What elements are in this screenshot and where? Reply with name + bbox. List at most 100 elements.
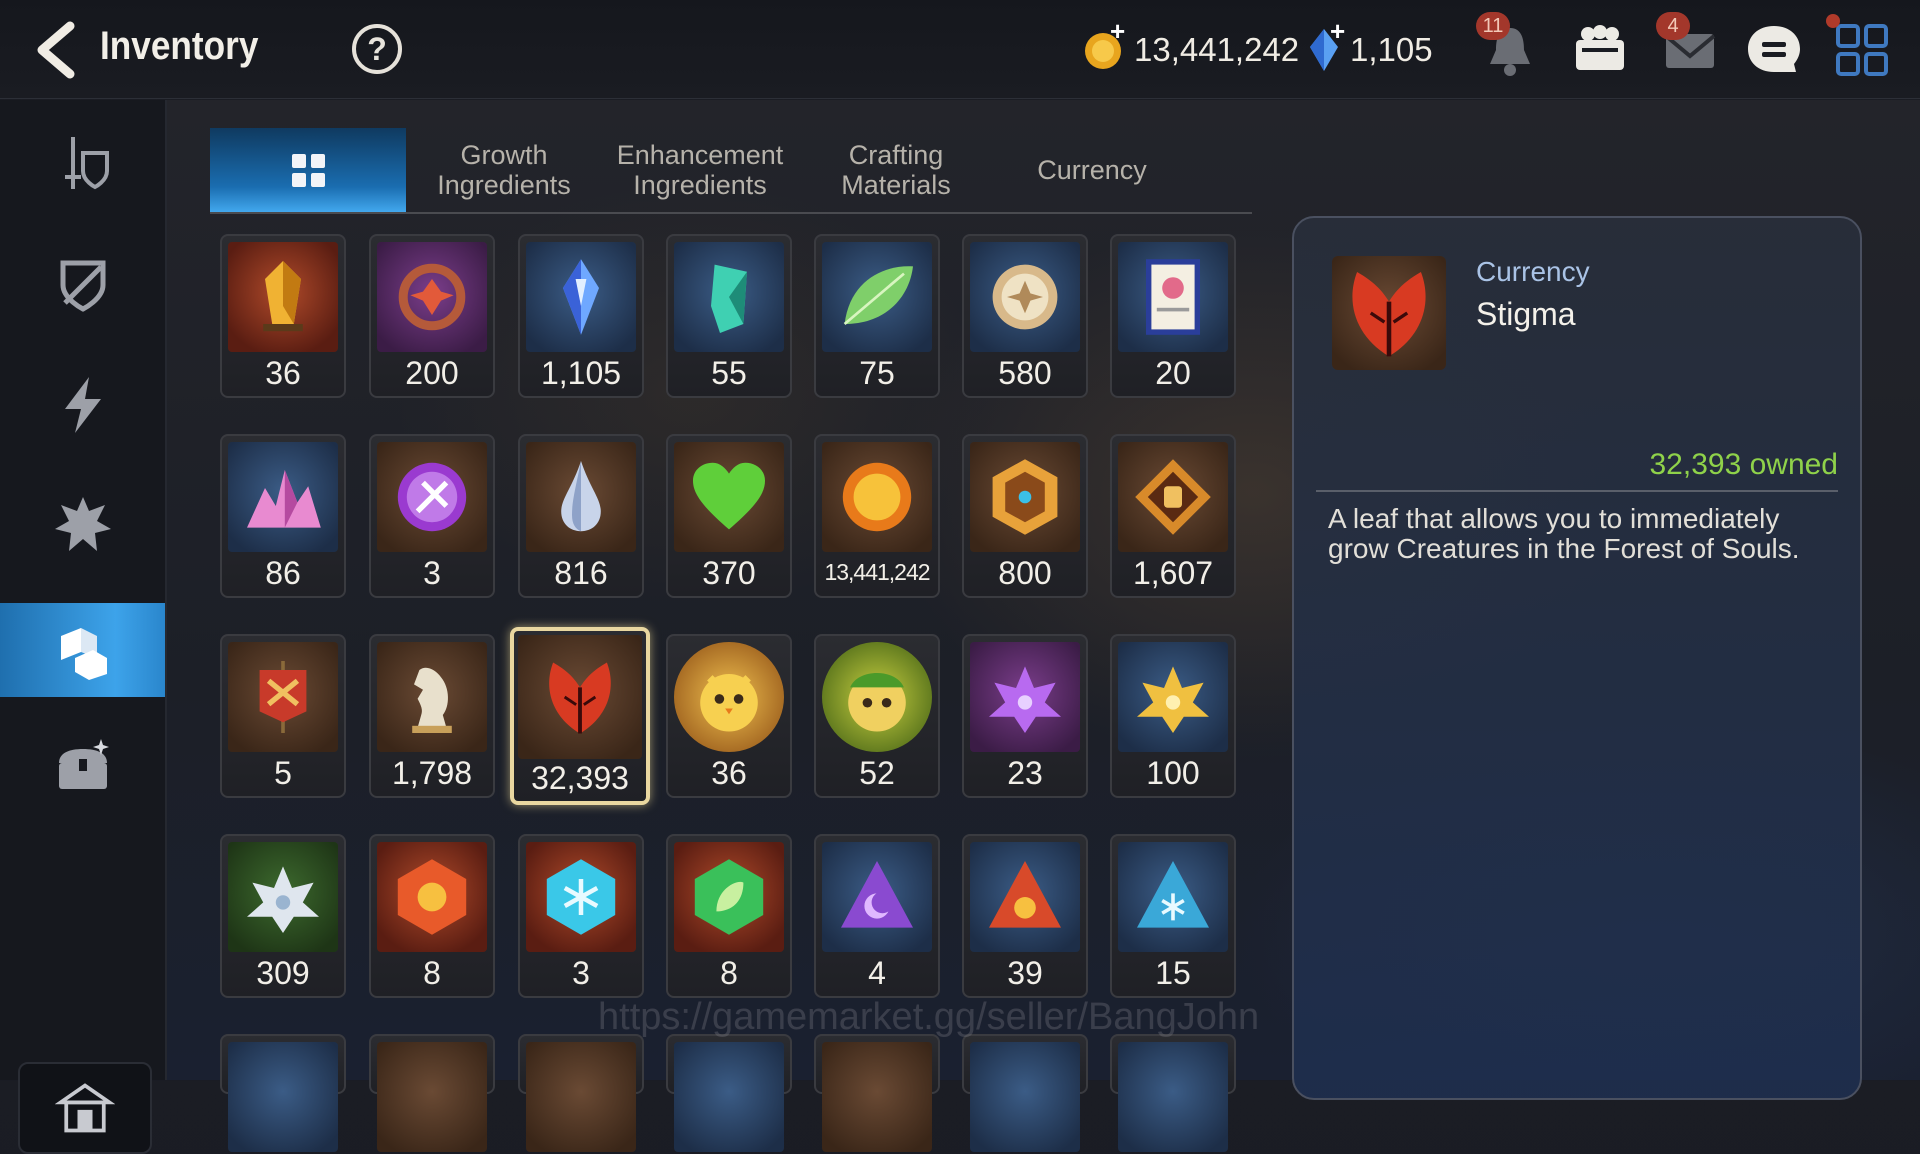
rune-ring-icon [377, 242, 487, 352]
item-slot[interactable]: 23 [962, 634, 1088, 798]
item-slot[interactable] [962, 1034, 1088, 1152]
partial-item-icon [377, 1042, 487, 1152]
item-slot-selected[interactable]: 32,393 [510, 627, 650, 805]
item-quantity: 309 [256, 955, 310, 991]
item-quantity: 55 [711, 355, 747, 391]
item-slot[interactable]: 5 [220, 634, 346, 798]
mail-badge: 4 [1656, 12, 1690, 40]
item-slot[interactable]: 15 [1110, 834, 1236, 998]
item-slot[interactable]: 52 [814, 634, 940, 798]
item-quantity: 75 [859, 355, 895, 391]
tab-crafting-materials[interactable]: Crafting Materials [798, 128, 994, 212]
item-slot[interactable]: 86 [220, 434, 346, 598]
item-slot[interactable]: 309 [220, 834, 346, 998]
chat-button[interactable] [1744, 20, 1804, 80]
divider [1316, 490, 1838, 492]
storage-button[interactable] [18, 1062, 152, 1154]
page-title: Inventory [100, 24, 259, 68]
item-slot[interactable]: 4 [814, 834, 940, 998]
item-quantity: 39 [1007, 955, 1043, 991]
partial-item-icon [526, 1042, 636, 1152]
fist-badge-icon [1118, 442, 1228, 552]
item-slot[interactable]: 20 [1110, 234, 1236, 398]
partial-item-icon [228, 1042, 338, 1152]
item-quantity: 86 [265, 555, 301, 591]
gem-currency[interactable]: + 1,105 [1308, 16, 1433, 76]
sidebar-item-artifacts[interactable] [0, 238, 165, 332]
item-quantity: 52 [859, 755, 895, 791]
sidebar-item-heroes[interactable] [0, 478, 165, 572]
item-slot[interactable]: 1,105 [518, 234, 644, 398]
item-slot[interactable] [666, 1034, 792, 1152]
yellow-bird-pet-icon [674, 642, 784, 752]
mail-button[interactable]: 4 [1656, 12, 1720, 80]
gold-lotus-icon [1118, 642, 1228, 752]
item-slot[interactable]: 1,607 [1110, 434, 1236, 598]
item-quantity: 32,393 [531, 760, 629, 796]
item-slot[interactable]: 55 [666, 234, 792, 398]
tab-growth-ingredients[interactable]: Growth Ingredients [406, 128, 602, 212]
item-quantity: 20 [1155, 355, 1191, 391]
sidebar-item-materials[interactable] [0, 603, 165, 697]
silver-medal-icon [970, 242, 1080, 352]
partial-item-icon [1118, 1042, 1228, 1152]
item-slot[interactable]: 36 [666, 634, 792, 798]
item-slot[interactable]: 800 [962, 434, 1088, 598]
item-slot[interactable]: 370 [666, 434, 792, 598]
item-quantity: 5 [274, 755, 292, 791]
ice-rune-icon [526, 842, 636, 952]
item-tabs: Growth Ingredients Enhancement Ingredien… [210, 128, 1252, 214]
help-button[interactable]: ? [352, 24, 402, 74]
sidebar-item-equipment[interactable] [0, 116, 165, 210]
item-slot[interactable]: 3 [518, 834, 644, 998]
item-quantity: 1,798 [391, 755, 473, 791]
item-quantity: 370 [702, 555, 756, 591]
war-banner-icon [228, 642, 338, 752]
notification-badge: 11 [1476, 12, 1510, 40]
item-slot[interactable]: 1,798 [369, 634, 495, 798]
item-slot[interactable]: 36 [220, 234, 346, 398]
item-slot[interactable]: 100 [1110, 634, 1236, 798]
party-icon [1576, 25, 1624, 70]
item-slot[interactable] [369, 1034, 495, 1152]
tab-enhancement-ingredients[interactable]: Enhancement Ingredients [602, 128, 798, 212]
item-slot[interactable]: 816 [518, 434, 644, 598]
storage-icon [55, 1083, 115, 1133]
item-slot[interactable]: 3 [369, 434, 495, 598]
item-slot[interactable] [220, 1034, 346, 1152]
back-button[interactable] [28, 20, 84, 80]
item-quantity: 200 [405, 355, 459, 391]
sidebar-item-skill[interactable] [0, 358, 165, 452]
gold-currency[interactable]: + 13,441,242 [1082, 16, 1299, 76]
tab-currency[interactable]: Currency [994, 128, 1190, 212]
tab-all[interactable] [210, 128, 406, 212]
sidebar-item-chests[interactable] [0, 720, 165, 814]
mana-drop-icon [526, 442, 636, 552]
knight-chess-piece-icon [377, 642, 487, 752]
lightning-icon [64, 377, 101, 433]
notification-button[interactable]: 11 [1476, 12, 1540, 80]
spiky-emblem-icon [54, 497, 111, 551]
item-slot[interactable] [1110, 1034, 1236, 1152]
item-quantity: 13,441,242 [824, 559, 930, 585]
item-quantity: 36 [711, 755, 747, 791]
item-slot[interactable]: 13,441,242 [814, 434, 940, 598]
item-slot[interactable]: 39 [962, 834, 1088, 998]
add-gold-icon: + [1110, 16, 1126, 46]
friends-button[interactable] [1570, 20, 1630, 80]
item-slot[interactable]: 8 [369, 834, 495, 998]
item-quantity: 4 [868, 955, 886, 991]
grid-menu-icon [1836, 24, 1888, 76]
menu-button[interactable] [1826, 14, 1892, 80]
item-slot[interactable]: 8 [666, 834, 792, 998]
item-category: Currency [1476, 256, 1590, 287]
chat-icon [1748, 26, 1800, 72]
item-slot[interactable] [814, 1034, 940, 1152]
purple-seal-icon [377, 442, 487, 552]
item-quantity: 23 [1007, 755, 1043, 791]
item-slot[interactable]: 580 [962, 234, 1088, 398]
item-slot[interactable]: 75 [814, 234, 940, 398]
item-slot[interactable] [518, 1034, 644, 1152]
item-slot[interactable]: 200 [369, 234, 495, 398]
item-name: Stigma [1476, 296, 1576, 332]
